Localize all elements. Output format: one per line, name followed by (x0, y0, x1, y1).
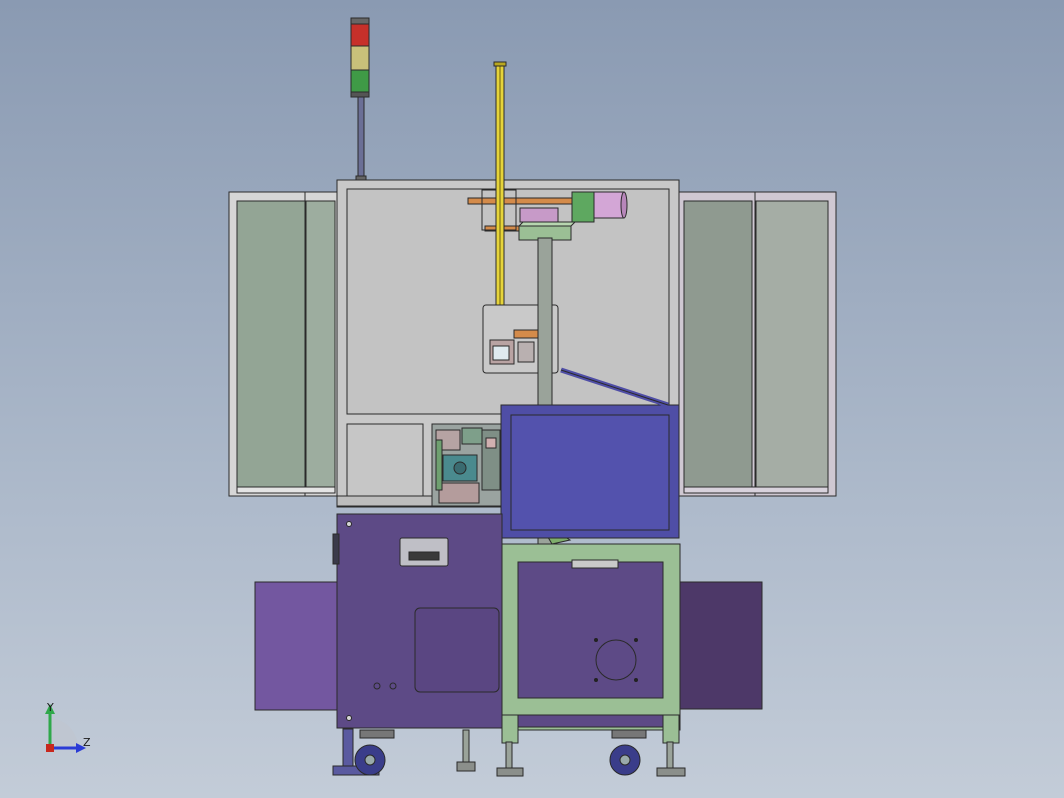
lower-left-inner-panel (346, 423, 424, 497)
right-stand (501, 543, 681, 744)
z-axis-label: Z (83, 736, 91, 749)
left-door (228, 191, 338, 497)
right-door-glass (683, 200, 753, 488)
motor-body (593, 191, 625, 219)
coordinate-triad: Y Z (45, 701, 91, 753)
left-side-panel (254, 581, 338, 711)
tower-amber-lamp (350, 45, 370, 71)
x-axis-origin (46, 744, 54, 752)
left-cabinet (332, 513, 503, 729)
signal-tower (350, 17, 370, 182)
left-door-glass (236, 200, 306, 488)
tower-red-lamp (350, 23, 370, 47)
right-side-panel (678, 581, 763, 710)
y-axis-label: Y (46, 701, 54, 714)
cad-model-viewport[interactable]: Y Z (0, 0, 1064, 798)
tower-green-lamp (350, 69, 370, 93)
internal-mechanism (431, 423, 503, 507)
right-door (678, 191, 837, 497)
